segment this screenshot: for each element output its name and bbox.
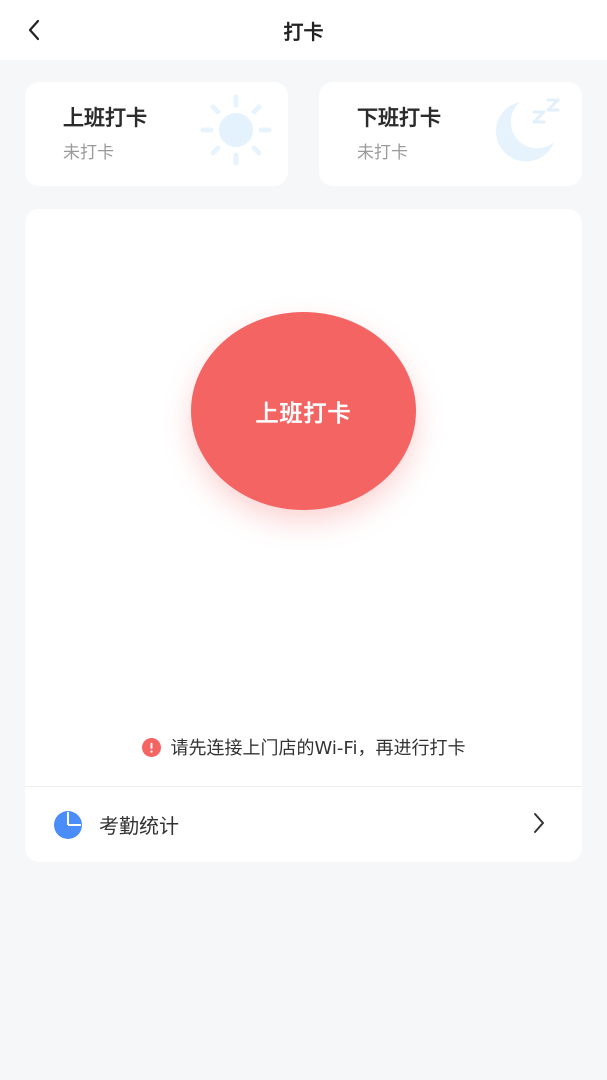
chevron-right-icon — [534, 813, 544, 833]
top-bar: 打卡 — [0, 0, 607, 60]
clock-out-title: 下班打卡 — [357, 106, 441, 130]
wifi-hint: 请先连接上门店的Wi-Fi，再进行打卡 — [25, 734, 582, 760]
sun-icon — [200, 94, 272, 166]
clock-out-card[interactable]: 下班打卡 未打卡 — [319, 82, 582, 186]
clock-out-status: 未打卡 — [357, 143, 408, 163]
chevron-left-icon — [28, 19, 40, 41]
wifi-hint-text: 请先连接上门店的Wi-Fi，再进行打卡 — [170, 738, 466, 759]
clock-in-title: 上班打卡 — [63, 106, 147, 130]
moon-sleep-icon — [495, 98, 560, 162]
pie-chart-icon — [54, 810, 82, 839]
clock-in-status: 未打卡 — [63, 143, 114, 163]
page-title: 打卡 — [283, 19, 324, 44]
alert-icon — [141, 737, 161, 757]
punch-panel: 上班打卡 请先连接上门店的Wi-Fi，再进行打卡 考勤统计 — [25, 209, 582, 862]
attendance-stats-row[interactable]: 考勤统计 — [25, 787, 582, 862]
punch-button[interactable]: 上班打卡 — [191, 312, 416, 510]
attendance-stats-label: 考勤统计 — [99, 814, 179, 838]
clock-in-card[interactable]: 上班打卡 未打卡 — [25, 82, 288, 186]
back-button[interactable] — [14, 12, 54, 48]
